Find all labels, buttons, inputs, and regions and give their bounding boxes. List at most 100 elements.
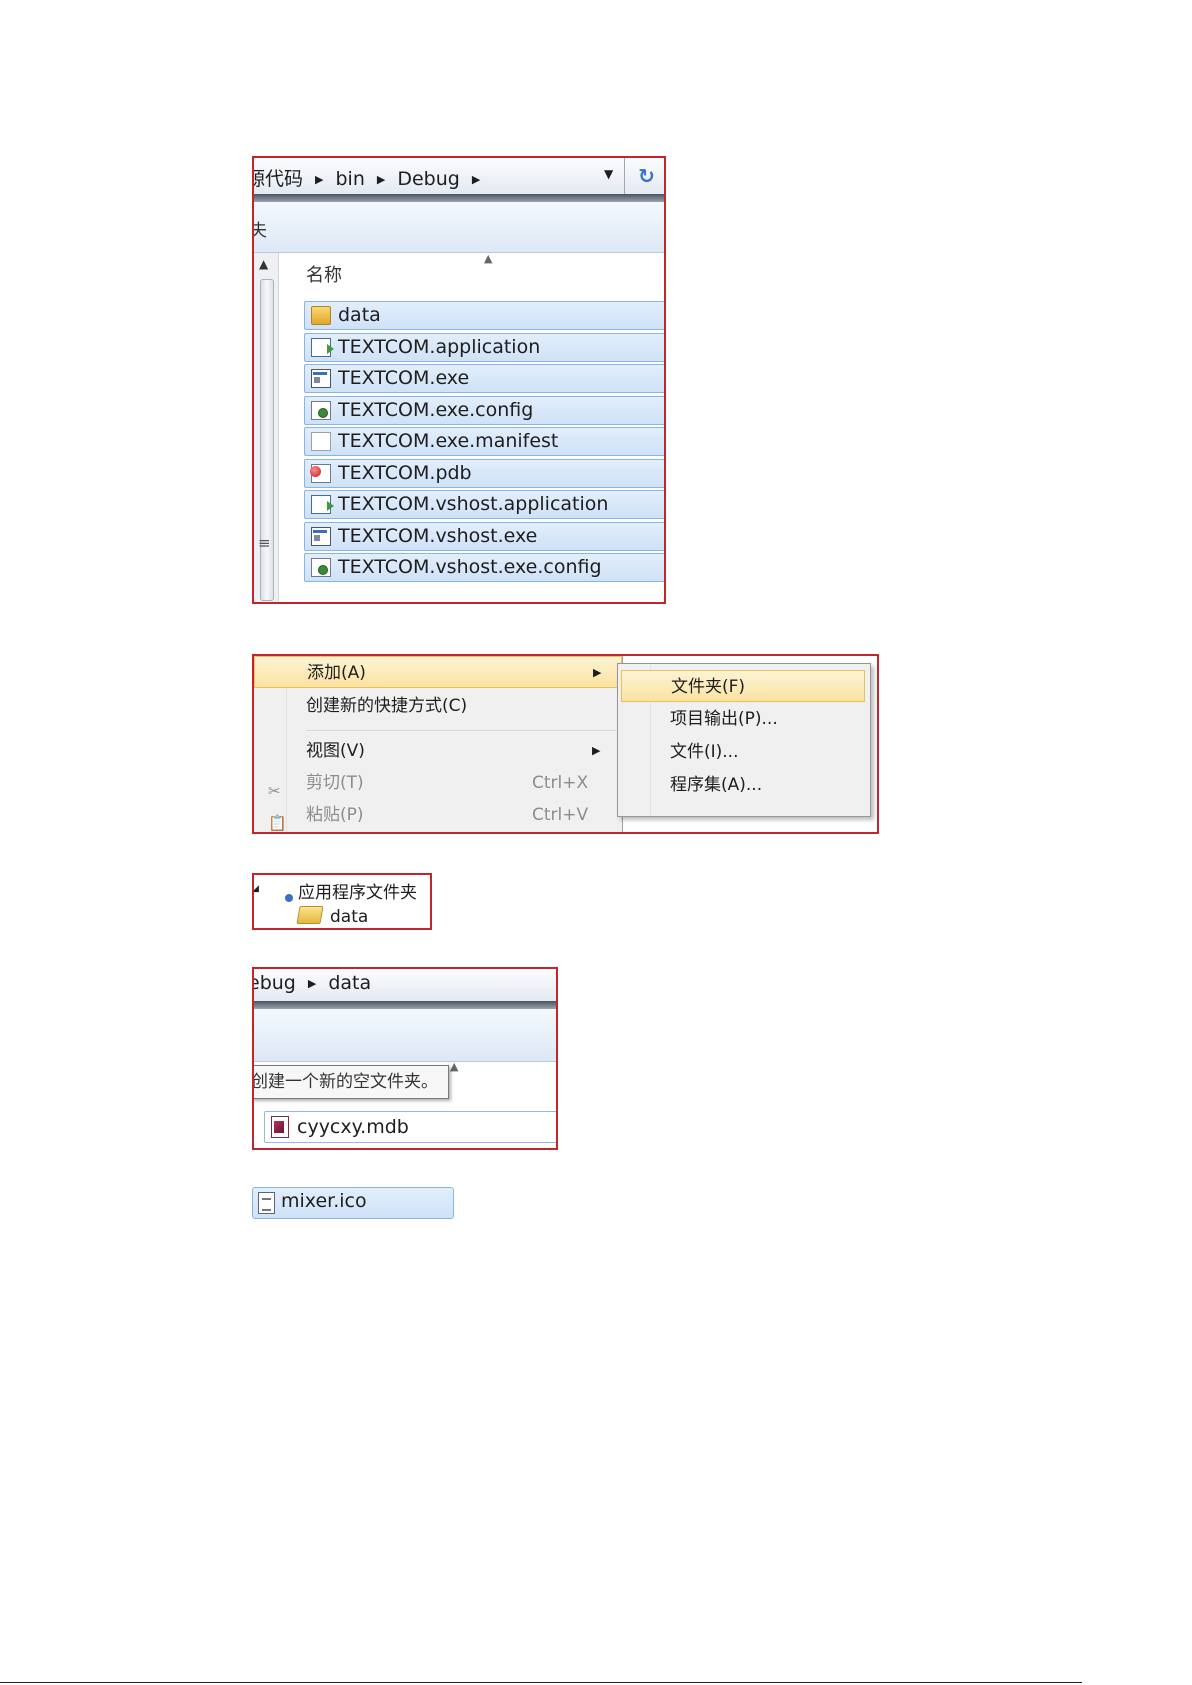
open-folder-icon — [296, 906, 324, 924]
file-system-tree: ◢ 应用程序文件夹 data — [252, 873, 432, 930]
pdb-icon — [310, 463, 331, 483]
breadcrumb-item-debug[interactable]: ebug — [254, 972, 296, 994]
exe-icon — [311, 369, 331, 388]
sort-ascending-icon: ▲ — [450, 1060, 459, 1073]
menu-item-create-shortcut[interactable]: 创建新的快捷方式(C) — [254, 690, 622, 722]
config-icon — [311, 558, 331, 577]
application-folder-icon — [268, 884, 294, 903]
command-toolbar — [254, 1009, 556, 1062]
address-bar[interactable]: 源代码 ▶ bin ▶ Debug ▶ ▼ ↻ — [254, 158, 664, 194]
file-name: cyycxy.mdb — [297, 1116, 409, 1138]
file-row-textcom-vshost-application[interactable]: TEXTCOM.vshost.application — [304, 490, 664, 519]
submenu-item-label: 文件(I)... — [670, 742, 739, 762]
submenu-item-assembly[interactable]: 程序集(A)... — [621, 769, 865, 801]
tree-node-data[interactable]: data — [296, 906, 369, 927]
file-list: data TEXTCOM.application TEXTCOM.exe TEX… — [304, 301, 664, 585]
file-name: TEXTCOM.exe — [338, 367, 470, 389]
context-menu: 添加(A) ▶ 创建新的快捷方式(C) 视图(V) ▶ ✂ 剪切(T) Ctrl… — [254, 656, 623, 832]
menu-item-label: 视图(V) — [306, 741, 365, 761]
submenu-item-label: 项目输出(P)... — [670, 709, 778, 729]
tree-node-label: data — [330, 907, 369, 927]
menu-item-label: 添加(A) — [307, 663, 366, 683]
new-folder-tooltip: 创建一个新的空文件夹。 — [252, 1065, 449, 1099]
sort-ascending-icon: ▲ — [484, 252, 493, 265]
file-row-textcom-exe-config[interactable]: TEXTCOM.exe.config — [304, 395, 664, 425]
explorer-data-window: ebug ▶ data ▲ 创建一个新的空文件夹。 cyycxy.mdb — [252, 967, 558, 1150]
menu-item-shortcut: Ctrl+X — [532, 773, 589, 793]
file-row-textcom-vshost-exe[interactable]: TEXTCOM.vshost.exe — [304, 521, 664, 551]
file-row-textcom-pdb[interactable]: TEXTCOM.pdb — [304, 458, 664, 488]
menu-item-add[interactable]: 添加(A) ▶ — [254, 656, 622, 688]
tree-node-application-folder[interactable]: 应用程序文件夹 — [268, 878, 417, 903]
breadcrumb: ebug ▶ data — [254, 972, 371, 994]
file-name: TEXTCOM.vshost.exe — [338, 524, 538, 547]
breadcrumb-item-bin[interactable]: bin — [335, 168, 364, 190]
file-name: mixer.ico — [281, 1190, 367, 1212]
submenu-arrow-icon: ▶ — [593, 666, 602, 679]
submenu-item-folder[interactable]: 文件夹(F) — [621, 670, 865, 702]
address-dropdown-icon[interactable]: ▼ — [604, 167, 613, 181]
breadcrumb-item-data[interactable]: data — [328, 972, 371, 994]
address-bar[interactable]: ebug ▶ data — [254, 969, 556, 1001]
title-band — [254, 194, 664, 202]
file-name: TEXTCOM.application — [338, 335, 541, 358]
add-submenu: 文件夹(F) 项目输出(P)... 文件(I)... 程序集(A)... — [617, 663, 871, 817]
breadcrumb-arrow-icon[interactable]: ▶ — [308, 977, 316, 990]
document-icon — [311, 432, 331, 451]
file-row-textcom-application[interactable]: TEXTCOM.application — [304, 332, 664, 362]
access-database-icon — [271, 1116, 289, 1138]
navigation-scrollbar[interactable]: ▲ ≡ — [254, 253, 279, 602]
refresh-icon[interactable]: ↻ — [624, 158, 664, 194]
submenu-item-file[interactable]: 文件(I)... — [621, 736, 865, 768]
menu-item-shortcut: Ctrl+V — [532, 805, 589, 825]
file-row-textcom-exe[interactable]: TEXTCOM.exe — [304, 364, 664, 393]
file-name: TEXTCOM.pdb — [338, 461, 472, 484]
breadcrumb: 源代码 ▶ bin ▶ Debug ▶ — [254, 164, 492, 191]
breadcrumb-item-source[interactable]: 源代码 — [254, 164, 303, 191]
submenu-item-label: 程序集(A)... — [670, 775, 763, 795]
application-icon — [311, 337, 334, 357]
breadcrumb-arrow-icon[interactable]: ▶ — [377, 173, 385, 186]
tooltip-text: 创建一个新的空文件夹。 — [252, 1072, 438, 1092]
breadcrumb-arrow-icon[interactable]: ▶ — [472, 173, 480, 186]
submenu-item-label: 文件夹(F) — [671, 677, 746, 697]
exe-icon — [311, 526, 331, 546]
tree-expand-icon[interactable]: ◢ — [254, 884, 259, 894]
page-footer-line — [0, 1682, 1082, 1683]
application-icon — [311, 495, 334, 514]
command-toolbar: 夫 — [254, 202, 664, 253]
breadcrumb-item-debug[interactable]: Debug — [397, 168, 459, 190]
paste-icon: 📋 — [268, 814, 287, 832]
config-icon — [311, 400, 331, 420]
context-menu-panel: 添加(A) ▶ 创建新的快捷方式(C) 视图(V) ▶ ✂ 剪切(T) Ctrl… — [252, 654, 879, 834]
file-row-textcom-exe-manifest[interactable]: TEXTCOM.exe.manifest — [304, 427, 664, 456]
file-name: TEXTCOM.exe.manifest — [338, 430, 559, 452]
submenu-item-project-output[interactable]: 项目输出(P)... — [621, 703, 865, 735]
menu-item-view[interactable]: 视图(V) ▶ — [254, 735, 622, 767]
title-band — [254, 1001, 556, 1009]
folder-icon — [311, 306, 331, 325]
menu-item-label: 粘贴(P) — [306, 805, 364, 825]
text-file-icon — [258, 1192, 275, 1214]
menu-separator — [306, 730, 616, 731]
file-name: TEXTCOM.vshost.application — [338, 493, 609, 515]
scroll-grip-icon: ≡ — [258, 534, 271, 552]
file-row-data[interactable]: data — [304, 301, 664, 330]
toolbar-fragment-text[interactable]: 夫 — [254, 216, 267, 241]
submenu-arrow-icon: ▶ — [592, 744, 601, 757]
breadcrumb-arrow-icon[interactable]: ▶ — [315, 173, 323, 186]
scroll-up-icon[interactable]: ▲ — [259, 257, 268, 271]
explorer-debug-window: 源代码 ▶ bin ▶ Debug ▶ ▼ ↻ 夫 ▲ ≡ 名称 ▲ data TEXTC… — [252, 156, 666, 604]
column-header-name[interactable]: 名称 — [306, 261, 342, 287]
tree-node-label: 应用程序文件夹 — [298, 883, 417, 903]
file-name: data — [338, 304, 381, 326]
menu-item-label: 剪切(T) — [306, 773, 364, 793]
file-name: TEXTCOM.exe.config — [338, 398, 534, 421]
file-row-textcom-vshost-exe-config[interactable]: TEXTCOM.vshost.exe.config — [304, 553, 664, 582]
scroll-thumb[interactable] — [260, 279, 274, 601]
file-row-mixer-ico[interactable]: mixer.ico — [252, 1187, 454, 1219]
menu-item-cut[interactable]: ✂ 剪切(T) Ctrl+X — [254, 767, 622, 800]
menu-item-label: 创建新的快捷方式(C) — [306, 696, 468, 716]
menu-item-paste[interactable]: 📋 粘贴(P) Ctrl+V — [254, 799, 622, 832]
file-row-cyycxy-mdb[interactable]: cyycxy.mdb — [264, 1111, 556, 1143]
